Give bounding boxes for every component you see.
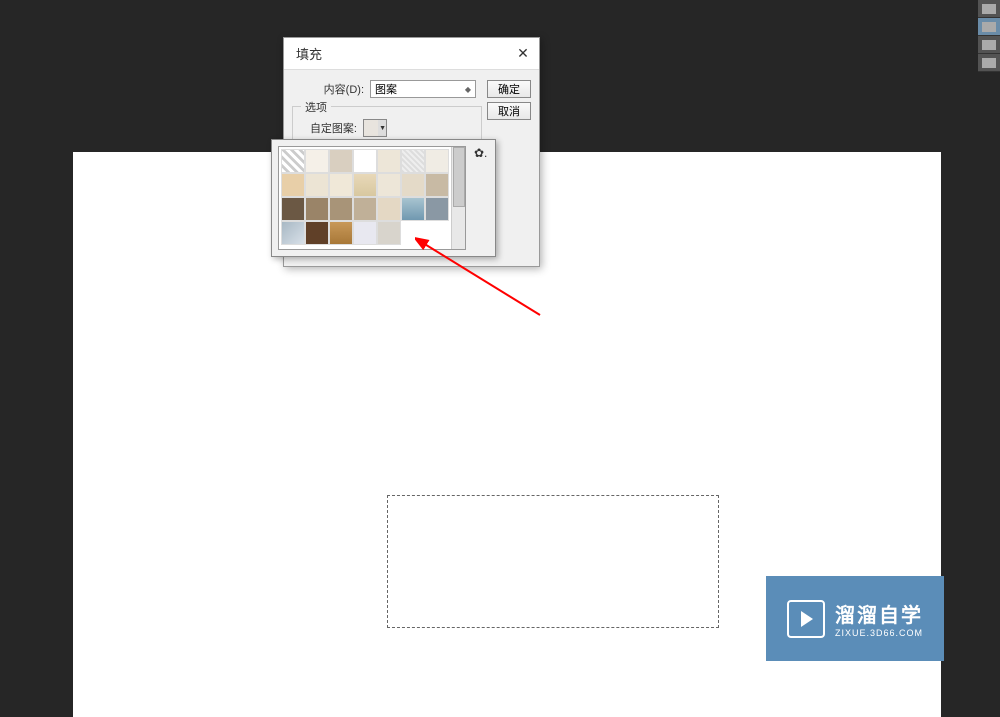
pattern-item[interactable]: [353, 197, 377, 221]
swatch-preview: [364, 120, 378, 136]
play-triangle: [801, 611, 813, 627]
pattern-item[interactable]: [281, 221, 305, 245]
pattern-grid: [279, 147, 451, 249]
chevron-down-icon: ▼: [379, 125, 386, 132]
scrollbar[interactable]: [451, 147, 465, 249]
dialog-buttons: 确定 取消: [487, 80, 531, 120]
close-icon[interactable]: ✕: [515, 46, 531, 62]
pattern-item[interactable]: [425, 173, 449, 197]
content-label: 内容(D):: [292, 81, 370, 97]
pattern-item[interactable]: [281, 149, 305, 173]
gear-icon[interactable]: ✿.: [474, 146, 487, 250]
panel-icon: [982, 40, 996, 50]
pattern-item[interactable]: [353, 173, 377, 197]
pattern-item[interactable]: [281, 197, 305, 221]
panel-icon: [982, 4, 996, 14]
cancel-button[interactable]: 取消: [487, 102, 531, 120]
pattern-item[interactable]: [425, 197, 449, 221]
panel-tab[interactable]: [978, 54, 1000, 72]
panel-icon: [982, 58, 996, 68]
pattern-swatch-dropdown[interactable]: ▼: [363, 119, 387, 137]
watermark-text: 溜溜自学 ZIXUE.3D66.COM: [835, 599, 923, 638]
chevron-down-icon: ◆: [465, 85, 471, 94]
pattern-item[interactable]: [329, 149, 353, 173]
pattern-picker-popup: ✿.: [271, 139, 496, 257]
panel-tab[interactable]: [978, 18, 1000, 36]
pattern-item[interactable]: [377, 221, 401, 245]
pattern-item[interactable]: [401, 149, 425, 173]
scroll-thumb[interactable]: [453, 147, 465, 207]
pattern-item[interactable]: [329, 173, 353, 197]
pattern-item[interactable]: [353, 149, 377, 173]
pattern-row: 自定图案: ▼: [301, 119, 473, 137]
panel-tab[interactable]: [978, 0, 1000, 18]
pattern-label: 自定图案:: [301, 120, 363, 136]
pattern-item[interactable]: [305, 221, 329, 245]
pattern-item[interactable]: [401, 197, 425, 221]
dialog-titlebar[interactable]: 填充 ✕: [284, 38, 539, 70]
pattern-item[interactable]: [377, 173, 401, 197]
content-value: 图案: [375, 81, 397, 97]
watermark-main: 溜溜自学: [835, 599, 923, 628]
pattern-item[interactable]: [305, 173, 329, 197]
watermark-badge: 溜溜自学 ZIXUE.3D66.COM: [766, 576, 944, 661]
pattern-item[interactable]: [329, 197, 353, 221]
panel-icon: [982, 22, 996, 32]
ok-button[interactable]: 确定: [487, 80, 531, 98]
right-panel-tabs: [978, 0, 1000, 72]
options-label: 选项: [301, 99, 331, 115]
selection-marquee: [387, 495, 719, 628]
pattern-item[interactable]: [377, 149, 401, 173]
content-dropdown[interactable]: 图案 ◆: [370, 80, 476, 98]
pattern-item[interactable]: [353, 221, 377, 245]
pattern-item[interactable]: [401, 173, 425, 197]
pattern-item[interactable]: [305, 197, 329, 221]
panel-tab[interactable]: [978, 36, 1000, 54]
pattern-item[interactable]: [377, 197, 401, 221]
pattern-grid-container: [278, 146, 466, 250]
pattern-item[interactable]: [425, 149, 449, 173]
pattern-item[interactable]: [305, 149, 329, 173]
play-icon: [787, 600, 825, 638]
pattern-item[interactable]: [329, 221, 353, 245]
pattern-item[interactable]: [281, 173, 305, 197]
watermark-sub: ZIXUE.3D66.COM: [835, 628, 923, 638]
dialog-title: 填充: [292, 44, 322, 63]
